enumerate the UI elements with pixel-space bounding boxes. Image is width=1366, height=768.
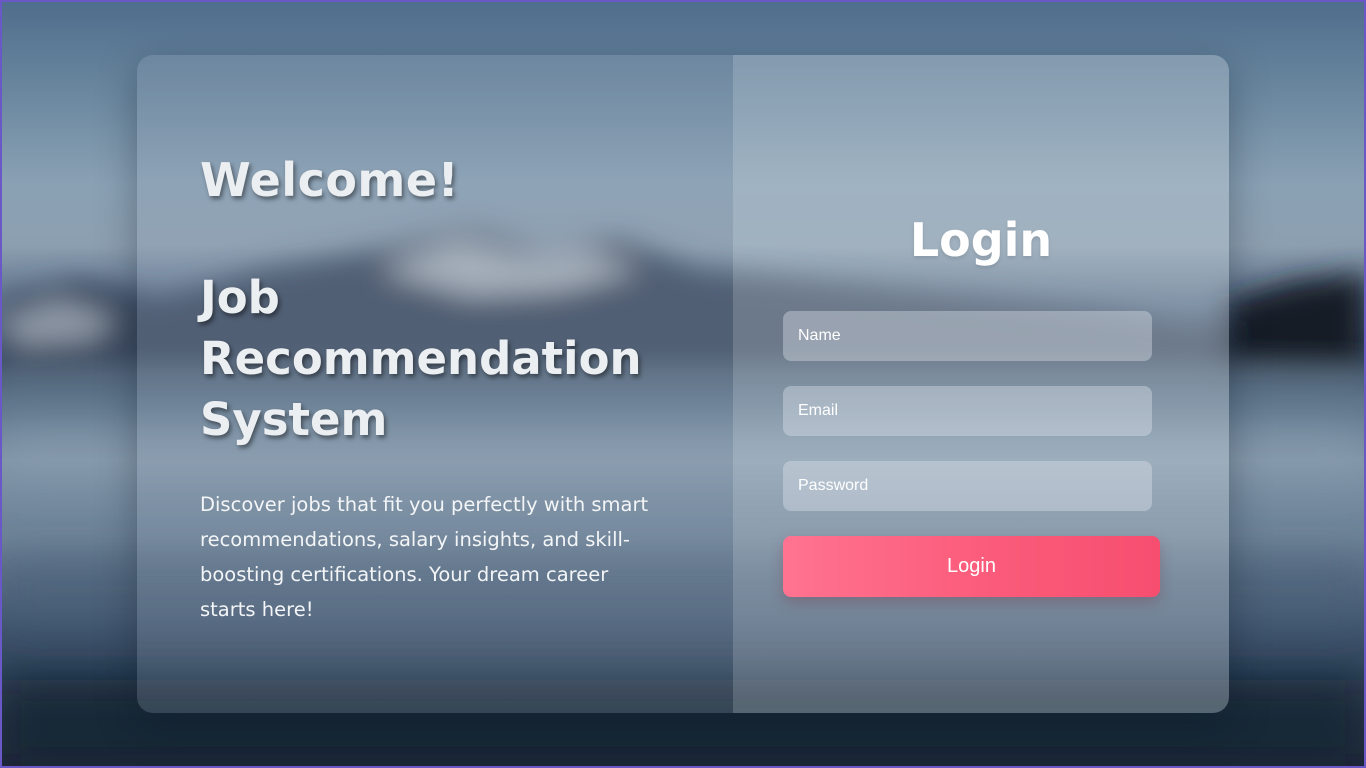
password-input[interactable] xyxy=(783,461,1152,511)
welcome-heading: Welcome! xyxy=(200,153,460,207)
login-button[interactable]: Login xyxy=(783,536,1160,597)
login-card: Welcome! Job Recommendation System Disco… xyxy=(137,55,1229,713)
name-input[interactable] xyxy=(783,311,1152,361)
system-title: Job Recommendation System xyxy=(200,271,642,446)
welcome-panel: Welcome! Job Recommendation System Disco… xyxy=(137,55,733,713)
email-input[interactable] xyxy=(783,386,1152,436)
login-panel: Login Login xyxy=(733,55,1229,713)
welcome-description: Discover jobs that fit you perfectly wit… xyxy=(200,493,649,621)
login-heading: Login xyxy=(909,213,1053,267)
